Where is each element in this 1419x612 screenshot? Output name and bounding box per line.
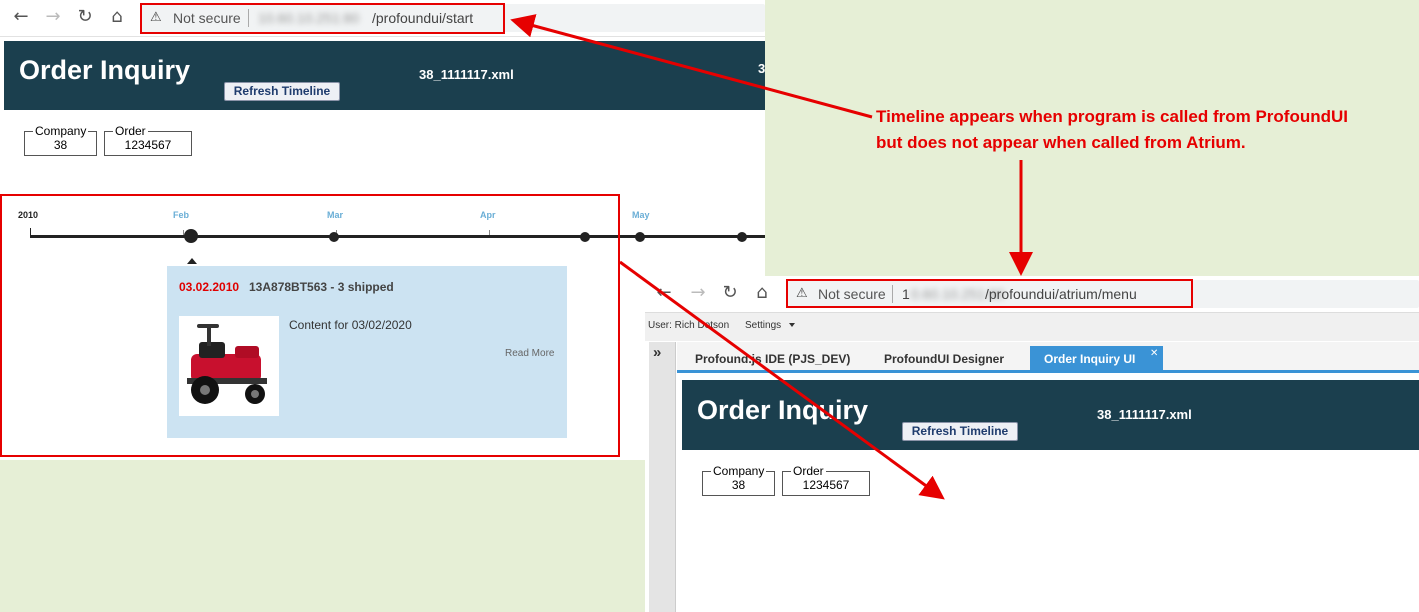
- annotation-arrows: [510, 14, 1033, 500]
- arrow-to-start-url: [510, 14, 873, 119]
- arrow-to-missing-timeline: [619, 260, 945, 500]
